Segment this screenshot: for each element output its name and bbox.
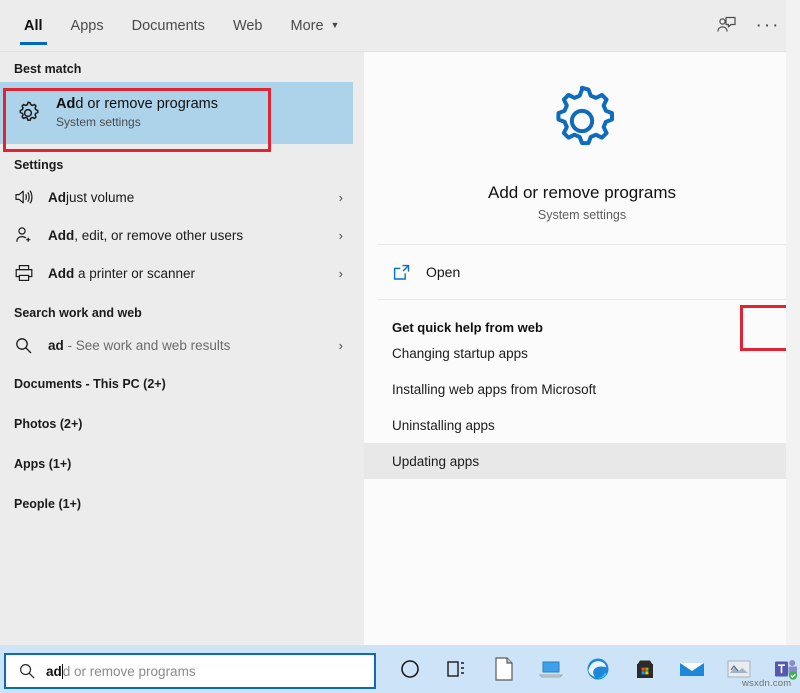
help-link-changing-startup-apps[interactable]: Changing startup apps (364, 335, 800, 371)
tab-documents-label: Documents (132, 18, 205, 34)
search-web-heading: Search work and web (0, 292, 353, 326)
taskbar-icons (386, 645, 800, 693)
preview-hero: Add or remove programs System settings (364, 52, 800, 222)
panel-right-edge (786, 0, 800, 645)
chevron-right-icon: › (339, 266, 343, 281)
help-link-installing-web-apps[interactable]: Installing web apps from Microsoft (364, 371, 800, 407)
settings-item-label: Add a printer or scanner (48, 266, 195, 281)
settings-heading: Settings (0, 144, 353, 178)
search-icon (14, 336, 48, 355)
help-link-label: Installing web apps from Microsoft (392, 382, 596, 397)
search-icon (18, 662, 46, 680)
chevron-down-icon: ▼ (331, 20, 340, 30)
help-link-label: Uninstalling apps (392, 418, 495, 433)
chevron-right-icon: › (339, 338, 343, 353)
feedback-icon[interactable] (708, 8, 744, 44)
category-apps[interactable]: Apps (1+) (0, 444, 353, 484)
best-match-heading: Best match (0, 52, 353, 82)
edge-browser-icon[interactable] (574, 645, 621, 693)
microsoft-store-icon[interactable] (621, 645, 668, 693)
web-search-label: ad - See work and web results (48, 338, 230, 353)
category-documents[interactable]: Documents - This PC (2+) (0, 364, 353, 404)
open-action-row[interactable]: Open (364, 245, 800, 299)
volume-icon (14, 188, 48, 206)
tab-documents[interactable]: Documents (118, 0, 219, 52)
category-people[interactable]: People (1+) (0, 484, 353, 524)
cortana-circle-icon[interactable] (386, 645, 433, 693)
best-match-subtitle: System settings (56, 114, 218, 131)
tab-apps[interactable]: Apps (57, 0, 118, 52)
quick-help-heading: Get quick help from web (364, 300, 800, 335)
open-external-icon (392, 263, 426, 282)
search-tab-bar: All Apps Documents Web More ▼ (0, 0, 800, 52)
tab-more[interactable]: More ▼ (277, 0, 354, 52)
tab-more-label: More (291, 18, 324, 34)
tab-web-label: Web (233, 18, 263, 34)
task-view-icon[interactable] (433, 645, 480, 693)
help-link-uninstalling-apps[interactable]: Uninstalling apps (364, 407, 800, 443)
help-link-label: Changing startup apps (392, 346, 528, 361)
tab-all-label: All (24, 18, 43, 34)
help-link-updating-apps[interactable]: Updating apps (364, 443, 800, 479)
tab-all[interactable]: All (10, 0, 57, 52)
add-user-icon (14, 225, 48, 245)
category-photos[interactable]: Photos (2+) (0, 404, 353, 444)
settings-item-add-users[interactable]: Add, edit, or remove other users › (0, 216, 353, 254)
printer-icon (14, 263, 48, 283)
gear-icon (14, 99, 56, 127)
preview-panel: Add or remove programs System settings O… (364, 52, 800, 645)
tab-apps-label: Apps (71, 18, 104, 34)
watermark: wsxdn.com (742, 678, 791, 689)
preview-subtitle: System settings (364, 208, 800, 222)
web-search-result[interactable]: ad - See work and web results › (0, 326, 353, 364)
open-label: Open (426, 264, 460, 280)
settings-item-label: Adjust volume (48, 190, 134, 205)
windows-search-screen: All Apps Documents Web More ▼ (0, 0, 800, 693)
search-input[interactable]: add or remove programs (4, 653, 376, 689)
settings-item-add-printer[interactable]: Add a printer or scanner › (0, 254, 353, 292)
mail-icon[interactable] (668, 645, 715, 693)
more-options-label: ··· (756, 21, 781, 31)
search-input-text: add or remove programs (46, 664, 196, 679)
remote-desktop-icon[interactable] (527, 645, 574, 693)
results-panel: Best match Add or remove programs System… (0, 52, 353, 645)
tab-web[interactable]: Web (219, 0, 277, 52)
settings-item-label: Add, edit, or remove other users (48, 228, 243, 243)
more-options-icon[interactable]: ··· (750, 8, 786, 44)
settings-item-adjust-volume[interactable]: Adjust volume › (0, 178, 353, 216)
tab-list: All Apps Documents Web More ▼ (0, 0, 353, 52)
chevron-right-icon: › (339, 190, 343, 205)
gear-icon (364, 78, 800, 169)
document-icon[interactable] (480, 645, 527, 693)
search-suggestion-text: d or remove programs (63, 664, 196, 679)
chevron-right-icon: › (339, 228, 343, 243)
help-link-label: Updating apps (392, 454, 479, 469)
best-match-result[interactable]: Add or remove programs System settings (0, 82, 353, 144)
best-match-title-bold: Ad (56, 96, 75, 112)
search-typed-value: ad (46, 664, 62, 679)
best-match-title: Add or remove programs (56, 95, 218, 114)
best-match-title-rest: d or remove programs (75, 96, 218, 112)
preview-title: Add or remove programs (364, 183, 800, 203)
